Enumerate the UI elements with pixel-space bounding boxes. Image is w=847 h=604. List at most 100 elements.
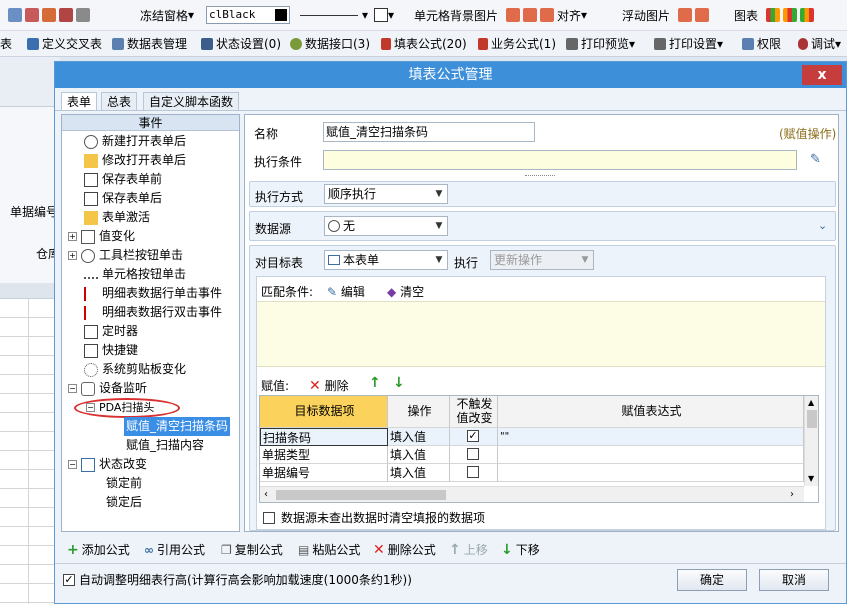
add-float-icon[interactable] <box>678 8 693 22</box>
match-area[interactable] <box>257 301 825 367</box>
target-select[interactable]: 本表单 ▼ <box>324 250 448 270</box>
tree-node-after-save[interactable]: 保存表单后 <box>84 189 162 208</box>
align-label[interactable]: 对齐 <box>557 7 581 24</box>
grid-header-no-trigger[interactable]: 不触发值改变 <box>450 396 498 428</box>
magic-wand-icon[interactable]: ✎ <box>810 153 824 167</box>
assign-grid[interactable]: 目标数据项 操作 不触发值改变 赋值表达式 扫描条码 填入值 ✓ "" 单据类型… <box>259 395 819 503</box>
color-input[interactable]: clBlack <box>206 6 290 24</box>
color-combo[interactable]: clBlack <box>206 0 290 30</box>
edit-match-button[interactable]: ✎ 编辑 <box>327 283 365 300</box>
move-down-button[interactable]: ↓ 下移 <box>501 541 540 559</box>
tree-node-row-dblclick[interactable]: 明细表数据行双击事件 <box>84 303 222 322</box>
formula-icon[interactable] <box>76 8 90 22</box>
tree-node-scan-content[interactable]: 赋值_扫描内容 <box>126 436 204 455</box>
tree-node-after-lock[interactable]: 锁定后 <box>106 493 142 512</box>
grid-header-target[interactable]: 目标数据项 <box>260 396 388 428</box>
tree-node-clear-scan[interactable]: 赋值_清空扫描条码 <box>124 417 231 436</box>
tb2-print-setup[interactable]: 打印设置 ▾ <box>654 31 723 56</box>
tab-summary[interactable]: 总表 <box>101 92 138 110</box>
unchecked-checkbox[interactable] <box>467 448 479 460</box>
grid-header-expr[interactable]: 赋值表达式 <box>498 396 804 428</box>
grid-cell-checkbox[interactable] <box>450 464 498 482</box>
tb2-permission[interactable]: 权限 <box>742 31 781 56</box>
tree-node-row-click[interactable]: 明细表数据行单击事件 <box>84 284 222 303</box>
tab-form[interactable]: 表单 <box>61 92 98 110</box>
ref-formula-button[interactable]: ∞ 引用公式 <box>144 541 205 559</box>
tree-node-hotkey[interactable]: 快捷键 <box>84 341 138 360</box>
align-icon[interactable] <box>540 8 554 22</box>
expand-icon[interactable]: + <box>68 232 77 241</box>
grid-cell-target[interactable]: 扫描条码 <box>260 428 388 446</box>
close-button[interactable]: x <box>802 65 842 85</box>
scroll-down-icon[interactable]: ▼ <box>808 474 814 483</box>
grid-orange-icon[interactable] <box>42 8 56 22</box>
move-down-icon[interactable]: ↓ <box>393 375 405 391</box>
checkbox-box[interactable] <box>263 511 275 524</box>
ok-button[interactable]: 确定 <box>677 569 747 591</box>
cancel-button[interactable]: 取消 <box>759 569 829 591</box>
tb2-interface[interactable]: 数据接口(3) <box>290 31 370 56</box>
tb2-table[interactable]: 表 <box>0 31 12 56</box>
delete-assign-button[interactable]: ✕ 删除 <box>309 377 349 394</box>
grid-cell-target[interactable]: 单据类型 <box>260 446 388 464</box>
tree-node-cell-button[interactable]: 单元格按钮单击 <box>84 265 186 284</box>
event-tree[interactable]: 事件 新建打开表单后 修改打开表单后 保存表单前 保存表单后 表单激活 + 值变化… <box>61 114 240 532</box>
tree-node-before-save[interactable]: 保存表单前 <box>84 170 162 189</box>
grid-cell-op[interactable]: 填入值 <box>388 464 450 482</box>
auto-adjust-checkbox[interactable]: ✓ 自动调整明细表行高(计算行高会影响加载速度(1000条约1秒)) <box>63 571 412 588</box>
tree-node-activate[interactable]: 表单激活 <box>84 208 150 227</box>
collapse-icon[interactable]: − <box>68 460 77 469</box>
clear-match-button[interactable]: ◆ 清空 <box>387 283 424 300</box>
tree-node-new-open[interactable]: 新建打开表单后 <box>84 132 186 151</box>
toolbar1-icons-left[interactable] <box>8 0 93 30</box>
grid-header-op[interactable]: 操作 <box>388 396 450 428</box>
remove-image-icon[interactable] <box>523 8 537 22</box>
cond-input[interactable] <box>323 150 797 170</box>
grid-red-icon[interactable] <box>25 8 39 22</box>
tree-node-before-lock[interactable]: 锁定前 <box>106 474 142 493</box>
unchecked-checkbox[interactable] <box>467 466 479 478</box>
scroll-up-icon[interactable]: ▲ <box>808 398 814 407</box>
checked-box[interactable]: ✓ <box>63 573 75 586</box>
copy-formula-button[interactable]: ❐ 复制公式 <box>221 541 283 559</box>
bar-chart3-icon[interactable] <box>800 8 815 22</box>
add-formula-button[interactable]: + 添加公式 <box>67 541 130 559</box>
tb2-debug[interactable]: 调试 ▾ <box>798 31 841 56</box>
tab-custom-script[interactable]: 自定义脚本函数 <box>143 92 240 110</box>
toolbar1-img-icons[interactable]: 对齐 ▾ <box>506 0 587 30</box>
remove-float-icon[interactable] <box>695 8 710 22</box>
tb2-status[interactable]: 状态设置(0) <box>201 31 281 56</box>
grid-cell-expr[interactable]: "" <box>498 428 804 446</box>
grid-cell-op[interactable]: 填入值 <box>388 428 450 446</box>
grid-cell-expr[interactable] <box>498 446 804 464</box>
tree-node-toolbar-click[interactable]: + 工具栏按钮单击 <box>68 246 183 265</box>
sort-icon[interactable] <box>8 8 22 22</box>
tree-node-device[interactable]: − 设备监听 <box>68 379 147 398</box>
scroll-right-icon[interactable]: › <box>790 489 794 500</box>
hscroll-thumb[interactable] <box>276 490 446 500</box>
splitter-handle[interactable] <box>525 175 555 177</box>
table-icon[interactable] <box>59 8 73 22</box>
name-input[interactable]: 赋值_清空扫描条码 <box>323 122 535 142</box>
dialog-titlebar[interactable]: 填表公式管理 <box>55 62 846 88</box>
tb2-preview[interactable]: 打印预览 ▾ <box>566 31 635 56</box>
exec-mode-select[interactable]: 顺序执行 ▼ <box>324 184 448 204</box>
border-button[interactable]: ▾ <box>374 0 394 30</box>
tree-node-clipboard[interactable]: 系统剪贴板变化 <box>84 360 186 379</box>
collapse-icon[interactable]: − <box>68 384 77 393</box>
line-style-combo[interactable]: ▾ <box>300 0 368 30</box>
scroll-thumb[interactable] <box>807 410 817 428</box>
tb2-biz-formula[interactable]: 业务公式(1) <box>478 31 556 56</box>
grid-cell-checkbox[interactable] <box>450 446 498 464</box>
grid-vscroll[interactable]: ▲ ▼ <box>804 396 818 486</box>
tree-node-state-change[interactable]: − 状态改变 <box>68 455 147 474</box>
scroll-left-icon[interactable]: ‹ <box>264 489 268 500</box>
exec-select[interactable]: 更新操作 ▼ <box>490 250 594 270</box>
paste-formula-button[interactable]: ▤ 粘贴公式 <box>298 541 360 559</box>
tb2-data-table[interactable]: 数据表管理 <box>112 31 187 56</box>
grid-cell-checkbox[interactable]: ✓ <box>450 428 498 446</box>
cell-bg-button[interactable]: 单元格背景图片 <box>414 0 498 30</box>
expand-section-icon[interactable]: ⌄ <box>818 219 827 232</box>
checked-checkbox[interactable]: ✓ <box>467 430 479 442</box>
tree-node-value-change[interactable]: + 值变化 <box>68 227 135 246</box>
